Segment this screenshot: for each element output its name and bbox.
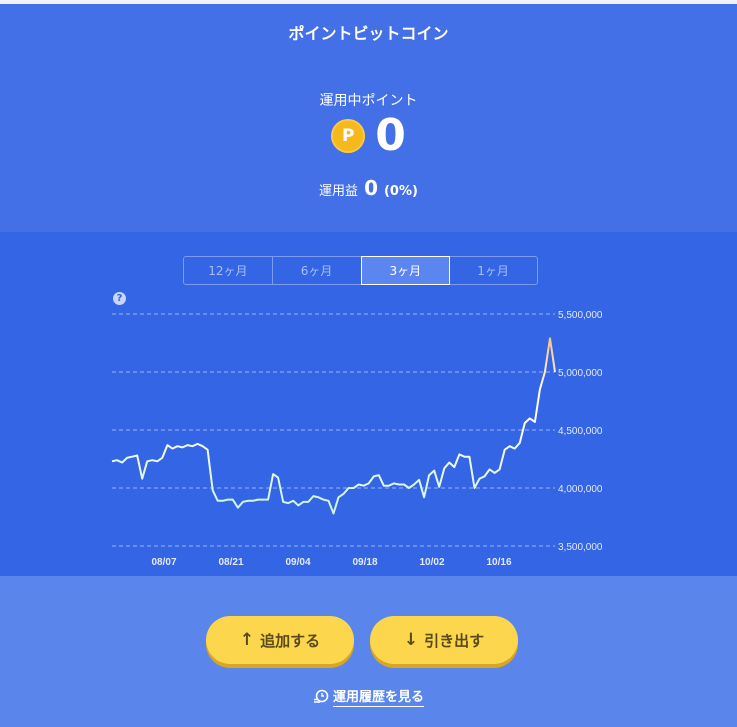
points-summary: ポイントビットコイン 運用中ポイント P 0 運用益 0 (0%) xyxy=(0,4,737,232)
points-label: 運用中ポイント xyxy=(319,93,418,109)
points-row: P 0 xyxy=(0,114,737,158)
x-tick-label: 10/02 xyxy=(419,557,444,568)
profit-percent: (0%) xyxy=(383,184,418,199)
y-tick-label: 5,000,000 xyxy=(558,368,603,379)
action-area: ↑ 追加する ↓ 引き出す 運用履歴を見る xyxy=(0,576,737,727)
withdraw-button[interactable]: ↓ 引き出す xyxy=(370,616,518,664)
y-tick-label: 5,500,000 xyxy=(558,310,603,321)
x-tick-label: 10/16 xyxy=(486,557,511,568)
price-line xyxy=(111,337,556,515)
add-button[interactable]: ↑ 追加する xyxy=(206,616,354,664)
arrow-up-icon: ↑ xyxy=(239,630,255,650)
arrow-down-icon: ↓ xyxy=(403,630,419,650)
x-tick-label: 09/04 xyxy=(285,557,310,568)
history-icon xyxy=(313,689,329,703)
history-link[interactable]: 運用履歴を見る xyxy=(0,686,737,707)
y-tick-label: 4,500,000 xyxy=(558,426,603,437)
history-label: 運用履歴を見る xyxy=(332,686,424,707)
withdraw-button-label: 引き出す xyxy=(424,631,485,650)
chart-section: 12ヶ月 6ヶ月 3ヶ月 1ヶ月 ? 5,500,000 5,000,000 4,5… xyxy=(0,232,737,576)
profit-label: 運用益 xyxy=(319,184,359,199)
x-tick-label: 09/18 xyxy=(352,557,377,568)
profit-value: 0 xyxy=(364,176,378,200)
x-tick-label: 08/21 xyxy=(218,557,243,568)
x-tick-label: 08/07 xyxy=(151,557,176,568)
add-button-label: 追加する xyxy=(260,631,321,650)
point-coin-icon: P xyxy=(331,119,366,153)
profit-row: 運用益 0 (0%) xyxy=(0,176,737,200)
y-tick-label: 3,500,000 xyxy=(558,542,603,553)
price-chart: 5,500,000 5,000,000 4,500,000 4,000,000 3,50… xyxy=(111,310,603,568)
page-title: ポイントビットコイン xyxy=(288,24,449,43)
y-tick-label: 4,000,000 xyxy=(558,484,603,495)
points-value: 0 xyxy=(375,110,406,161)
